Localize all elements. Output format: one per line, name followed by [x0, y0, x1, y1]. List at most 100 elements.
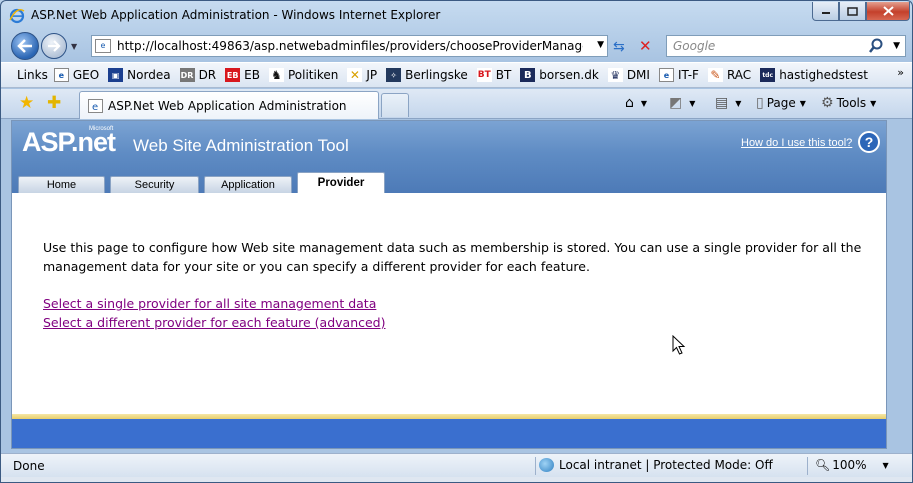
rac-icon: ✎ — [707, 68, 723, 82]
bt-icon: BT — [476, 68, 492, 82]
mouse-cursor-icon — [672, 335, 686, 355]
browser-window: ASP.Net Web Application Administration -… — [0, 0, 913, 483]
address-input[interactable]: http://localhost:49863/asp.netwebadminfi… — [117, 39, 583, 53]
security-zone[interactable]: Local intranet | Protected Mode: Off — [539, 458, 773, 472]
chevron-down-icon: ▼ — [689, 98, 696, 108]
different-provider-link[interactable]: Select a different provider for each fea… — [43, 315, 386, 330]
link-bt[interactable]: BT BT — [476, 68, 511, 82]
chevron-down-icon: ▼ — [870, 98, 877, 108]
link-rac[interactable]: ✎ RAC — [707, 68, 751, 82]
search-icon[interactable] — [869, 38, 883, 54]
home-button[interactable]: ⌂ ▼ — [625, 95, 647, 111]
chevron-down-icon: ▼ — [640, 98, 648, 108]
globe-icon — [539, 458, 554, 472]
maximize-button[interactable] — [839, 2, 866, 21]
chevron-down-icon: ▼ — [882, 460, 889, 470]
stop-icon[interactable]: ✕ — [639, 37, 652, 55]
tools-menu-button[interactable]: ⚙ Tools ▼ — [821, 95, 876, 111]
status-text: Done — [13, 459, 45, 473]
link-dr[interactable]: DR DR — [179, 68, 216, 82]
window-title: ASP.Net Web Application Administration -… — [31, 8, 441, 22]
zoom-icon: 🔍︎ — [815, 458, 831, 472]
maximize-icon — [847, 6, 858, 16]
help-link[interactable]: How do I use this tool? — [741, 137, 852, 149]
minimize-icon — [821, 12, 830, 14]
nordea-icon: ▣ — [108, 68, 124, 82]
single-provider-link[interactable]: Select a single provider for all site ma… — [43, 296, 376, 311]
navigation-bar: ▼ e http://localhost:49863/asp.netwebadm… — [1, 31, 912, 61]
borsen-icon: B — [520, 68, 536, 82]
title-bar: ASP.Net Web Application Administration -… — [1, 1, 912, 31]
logo-microsoft-text: Microsoft — [89, 126, 114, 132]
link-geo[interactable]: e GEO — [53, 68, 99, 82]
forward-arrow-icon — [48, 40, 61, 52]
admin-tabs: Home Security Application Provider — [18, 172, 390, 193]
ie-page-icon: e — [88, 99, 103, 113]
link-berlingske[interactable]: ✧ Berlingske — [386, 68, 468, 82]
feeds-button[interactable]: ◩ ▼ — [669, 95, 695, 111]
links-bar: Links e GEO ▣ Nordea DR DR EB EB ♞ Politiken … — [1, 62, 912, 88]
divider — [535, 457, 536, 475]
tab-provider[interactable]: Provider — [297, 172, 385, 193]
search-options-dropdown-icon[interactable]: ▼ — [893, 41, 900, 51]
tab-bar: ★ ✚ e ASP.Net Web Application Administra… — [1, 89, 912, 119]
address-dropdown-icon[interactable]: ▼ — [597, 40, 604, 50]
tab-application[interactable]: Application — [204, 176, 292, 193]
close-button[interactable] — [866, 2, 910, 21]
link-eb[interactable]: EB EB — [225, 68, 260, 82]
page-icon: ▯ — [756, 95, 764, 111]
chevron-more-icon[interactable]: » — [897, 66, 904, 79]
address-bar[interactable]: e http://localhost:49863/asp.netwebadmin… — [91, 35, 608, 57]
dr-icon: DR — [179, 68, 195, 82]
favorites-star-icon[interactable]: ★ — [19, 93, 34, 113]
berlingske-icon: ✧ — [386, 68, 402, 82]
link-dmi[interactable]: ♛ DMI — [607, 68, 650, 82]
help-icon[interactable]: ? — [858, 131, 880, 153]
link-borsen[interactable]: Bborsen.dk — [520, 68, 599, 82]
tdc-icon: tdc — [760, 68, 776, 82]
page-content: ASP.net Microsoft Web Site Administratio… — [11, 120, 887, 449]
link-politiken[interactable]: ♞ Politiken — [268, 68, 338, 82]
tab-active[interactable]: e ASP.Net Web Application Administration — [79, 91, 379, 119]
print-icon: ▤ — [715, 95, 729, 111]
minimize-button[interactable] — [812, 2, 839, 21]
link-nordea[interactable]: ▣ Nordea — [108, 68, 171, 82]
site-header: ASP.net Microsoft Web Site Administratio… — [12, 121, 886, 193]
dmi-icon: ♛ — [607, 68, 623, 82]
ie-page-icon: e — [658, 68, 674, 82]
search-input[interactable]: Google — [673, 39, 715, 53]
svg-text:e: e — [92, 102, 98, 113]
ie-logo-icon — [9, 8, 25, 24]
forward-button[interactable] — [41, 33, 67, 59]
refresh-icon[interactable]: ⇆ — [613, 39, 625, 55]
chevron-down-icon: ▼ — [735, 98, 742, 108]
link-jp[interactable]: ✕ JP — [347, 68, 377, 82]
back-button[interactable] — [11, 32, 39, 60]
print-button[interactable]: ▤ ▼ — [715, 95, 741, 111]
site-footer — [12, 419, 886, 448]
gear-icon: ⚙ — [821, 95, 834, 111]
search-box[interactable]: Google ▼ — [666, 35, 906, 57]
tab-home[interactable]: Home — [18, 176, 105, 193]
page-title: Web Site Administration Tool — [133, 136, 349, 155]
page-icon: e — [95, 39, 111, 53]
zoom-control[interactable]: 🔍︎ 100% ▼ — [815, 458, 889, 472]
new-tab-button[interactable] — [381, 93, 409, 117]
desktop-strip — [1, 477, 912, 482]
link-it-f[interactable]: e IT-F — [658, 68, 699, 82]
link-hastighedstest[interactable]: tdc hastighedstest — [760, 68, 868, 82]
back-arrow-icon — [17, 39, 32, 53]
politiken-icon: ♞ — [268, 68, 284, 82]
status-bar: Done Local intranet | Protected Mode: Of… — [1, 453, 912, 477]
home-icon: ⌂ — [625, 95, 634, 111]
close-icon — [882, 6, 894, 16]
divider — [807, 457, 808, 475]
jp-icon: ✕ — [347, 68, 363, 82]
links-label: Links — [17, 68, 48, 82]
page-menu-button[interactable]: ▯ Page ▼ — [756, 95, 806, 111]
eb-icon: EB — [225, 68, 241, 82]
ie-page-icon: e — [53, 68, 69, 82]
add-favorites-icon[interactable]: ✚ — [47, 93, 61, 113]
recent-pages-dropdown-icon[interactable]: ▼ — [71, 42, 77, 51]
tab-security[interactable]: Security — [110, 176, 199, 193]
